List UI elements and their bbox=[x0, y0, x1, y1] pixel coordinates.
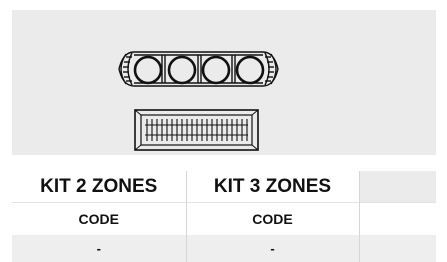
kit-code-table: KIT 2 ZONES KIT 3 ZONES CODE CODE - - bbox=[12, 171, 436, 262]
code-value-kit-3: - bbox=[186, 235, 360, 262]
zone-kit-drawing bbox=[118, 51, 279, 151]
header-kit-2-zones: KIT 2 ZONES bbox=[12, 171, 187, 203]
table-row: - - bbox=[12, 235, 436, 262]
product-card: KIT 2 ZONES KIT 3 ZONES CODE CODE - - bbox=[0, 0, 447, 262]
code-empty-cell bbox=[359, 202, 436, 235]
value-empty-cell bbox=[359, 235, 436, 262]
table-row: CODE CODE bbox=[12, 202, 436, 235]
product-image-panel bbox=[12, 10, 436, 155]
code-label-kit-3: CODE bbox=[186, 202, 360, 235]
code-label-kit-2: CODE bbox=[12, 202, 187, 235]
header-empty-cell bbox=[359, 171, 436, 203]
table-header-row: KIT 2 ZONES KIT 3 ZONES bbox=[12, 171, 436, 203]
code-value-kit-2: - bbox=[12, 235, 187, 262]
header-kit-3-zones: KIT 3 ZONES bbox=[186, 171, 360, 203]
